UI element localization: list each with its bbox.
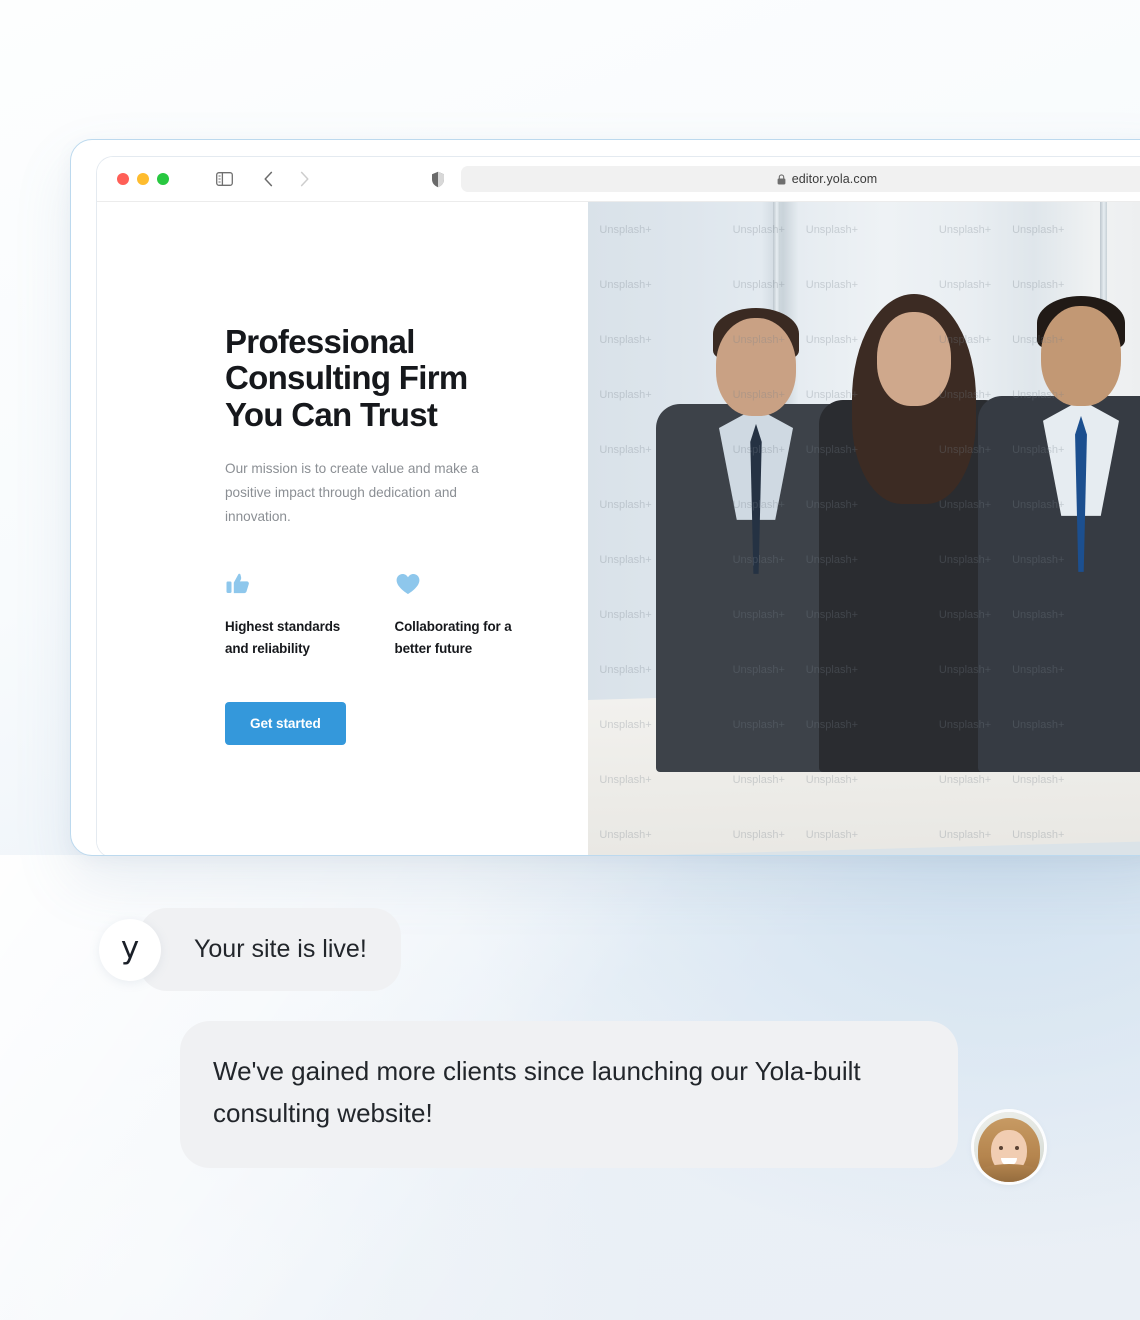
hero-photo xyxy=(588,202,1140,855)
photo-person-right xyxy=(978,286,1140,772)
maximize-window-button[interactable] xyxy=(157,173,169,185)
feature-item: Collaborating for a better future xyxy=(395,571,526,659)
address-bar-content: editor.yola.com xyxy=(777,172,878,186)
feature-label: Highest standards and reliability xyxy=(225,619,341,657)
chat-message-yola: y Your site is live! xyxy=(99,908,401,992)
page-title: Professional Consulting Firm You Can Tru… xyxy=(225,323,468,433)
feature-list: Highest standards and reliability Collab… xyxy=(225,571,525,659)
chat-bubble: Your site is live! xyxy=(139,908,401,992)
browser-toolbar: editor.yola.com xyxy=(97,157,1140,202)
hero-subtitle: Our mission is to create value and make … xyxy=(225,460,479,525)
hero-copy: Professional Consulting Firm You Can Tru… xyxy=(225,323,525,745)
lock-icon xyxy=(777,173,786,184)
sidebar-toggle-group xyxy=(211,166,237,192)
address-area: editor.yola.com xyxy=(427,166,1140,192)
heart-icon xyxy=(395,571,526,597)
window-controls xyxy=(117,173,169,185)
chevron-left-icon[interactable] xyxy=(255,166,281,192)
chat-bubble: We've gained more clients since launchin… xyxy=(180,1021,958,1169)
url-text: editor.yola.com xyxy=(791,172,878,186)
browser-window: editor.yola.com Professional Consulting … xyxy=(70,139,1140,856)
site-viewport: Professional Consulting Firm You Can Tru… xyxy=(97,202,1140,855)
shield-icon[interactable] xyxy=(427,168,449,190)
feature-item: Highest standards and reliability xyxy=(225,571,356,659)
hero-image-column: Unsplash+ Unsplash+ Unsplash+ Unsplash+ … xyxy=(588,202,1140,855)
yola-logo-avatar: y xyxy=(99,918,161,981)
close-window-button[interactable] xyxy=(117,173,129,185)
hero-text-column: Professional Consulting Firm You Can Tru… xyxy=(97,202,588,855)
navigation-buttons xyxy=(255,166,317,192)
minimize-window-button[interactable] xyxy=(137,173,149,185)
chat-message-customer: We've gained more clients since launchin… xyxy=(180,1021,1044,1183)
sidebar-toggle-icon[interactable] xyxy=(211,166,237,192)
feature-label: Collaborating for a better future xyxy=(394,619,512,657)
yola-logo-glyph: y xyxy=(120,930,140,967)
testimonial-chat: y Your site is live! We've gained more c… xyxy=(0,880,1140,1210)
thumbs-up-icon xyxy=(225,571,356,597)
browser-window-inner: editor.yola.com Professional Consulting … xyxy=(97,157,1140,855)
cta-row: Get started xyxy=(225,701,525,745)
customer-photo-avatar xyxy=(974,1112,1044,1183)
chevron-right-icon[interactable] xyxy=(291,166,317,192)
address-bar[interactable]: editor.yola.com xyxy=(461,166,1140,192)
get-started-button[interactable]: Get started xyxy=(225,701,346,745)
